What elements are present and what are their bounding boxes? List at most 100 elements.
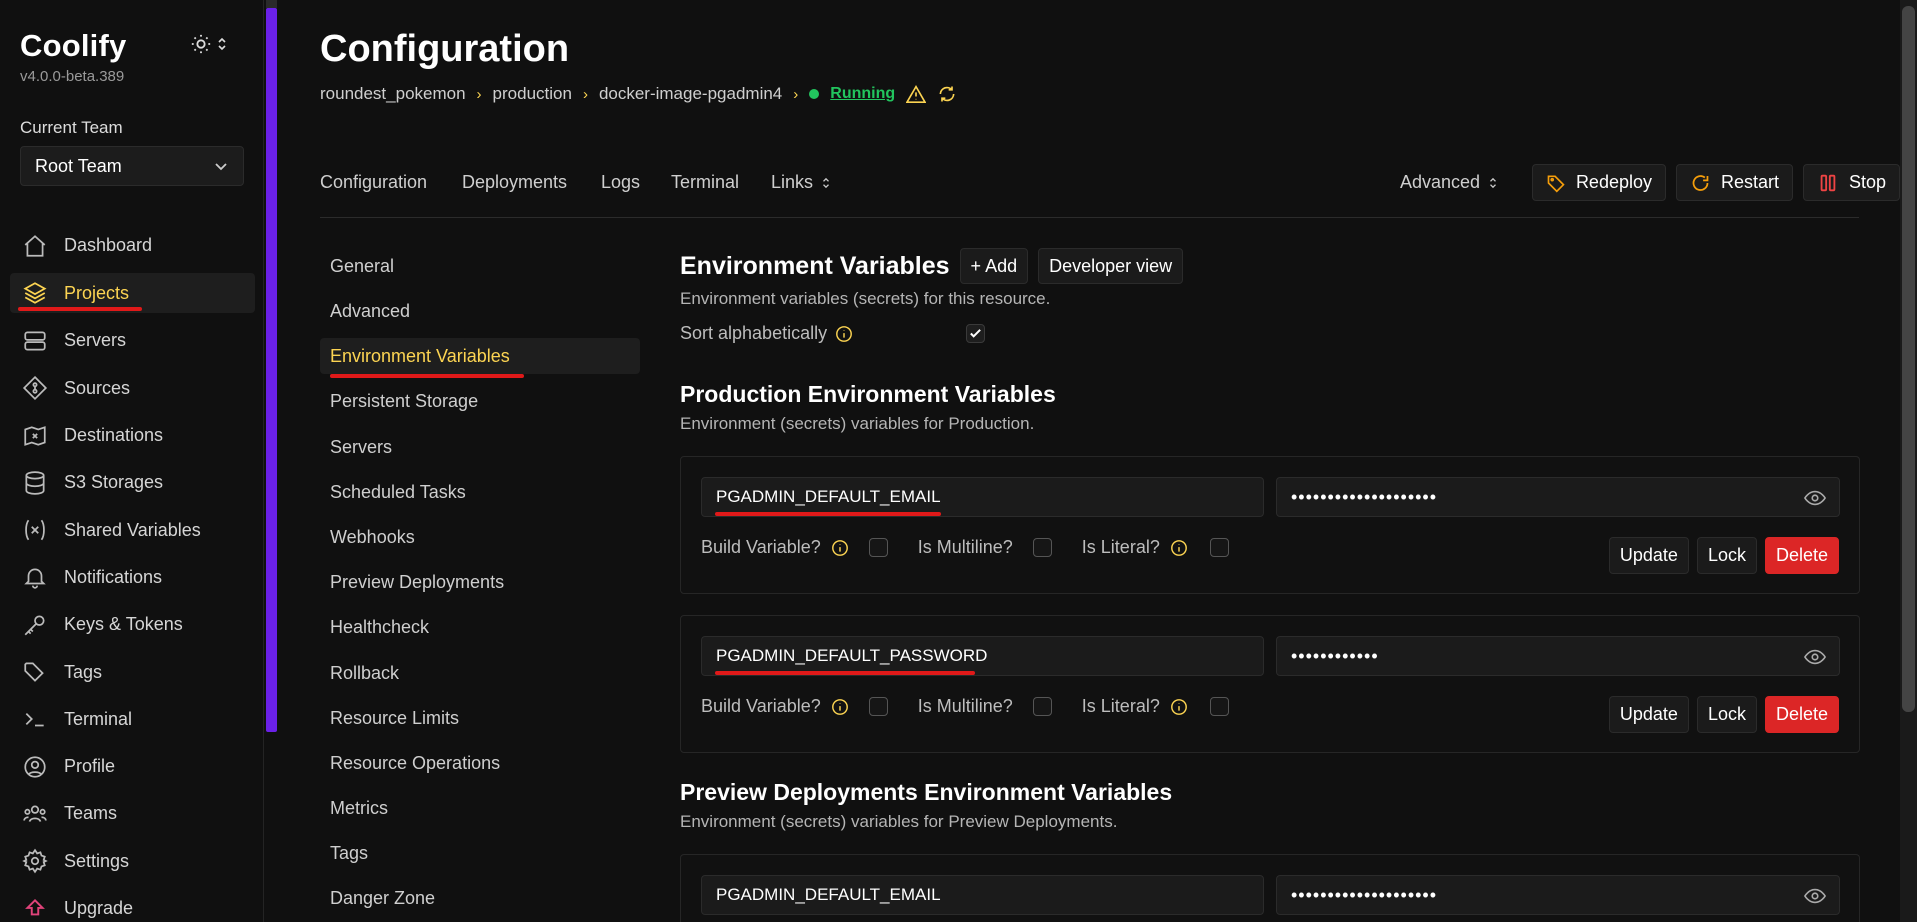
developer-view-button[interactable]: Developer view (1038, 248, 1184, 284)
chevron-right-icon: › (476, 85, 482, 103)
lock-button[interactable]: Lock (1696, 537, 1757, 574)
sidebar-item-dashboard[interactable]: Dashboard (10, 222, 255, 269)
build-variable-checkbox[interactable] (868, 697, 888, 716)
restart-label: Restart (1720, 172, 1779, 192)
annotation-underline-projects (18, 307, 142, 311)
subnav-general[interactable]: General (320, 244, 640, 289)
subnav-resource-limits[interactable]: Resource Limits (320, 696, 640, 741)
is-literal-checkbox[interactable] (1209, 697, 1229, 716)
sidebar-item-tags[interactable]: Tags (10, 648, 255, 695)
subnav-persistent-storage[interactable]: Persistent Storage (320, 379, 640, 424)
stop-button[interactable]: Stop (1803, 164, 1900, 201)
breadcrumb-environment[interactable]: production (493, 84, 572, 104)
subnav-tags[interactable]: Tags (320, 831, 640, 876)
sort-alphabetically-checkbox[interactable] (966, 324, 986, 343)
lock-button[interactable]: Lock (1696, 696, 1757, 733)
delete-button[interactable]: Delete (1764, 537, 1839, 574)
sidebar-item-servers[interactable]: Servers (10, 317, 255, 364)
breadcrumb-project[interactable]: roundest_pokemon (320, 84, 466, 104)
redeploy-button[interactable]: Redeploy (1532, 164, 1666, 201)
is-literal-checkbox[interactable] (1209, 538, 1229, 557)
eye-icon[interactable] (1803, 487, 1827, 509)
is-multiline-label: Is Multiline? (917, 537, 1013, 557)
breadcrumb-resource[interactable]: docker-image-pgadmin4 (599, 84, 782, 104)
env-value-input[interactable]: •••••••••••••••••••• (1276, 477, 1840, 517)
info-icon (831, 698, 848, 715)
sidebar-item-profile[interactable]: Profile (10, 743, 255, 790)
env-description: Environment variables (secrets) for this… (680, 289, 1051, 308)
sidebar-item-keys-tokens[interactable]: Keys & Tokens (10, 601, 255, 648)
sidebar-item-notifications[interactable]: Notifications (10, 554, 255, 601)
sidebar-item-settings[interactable]: Settings (10, 838, 255, 885)
server-icon (24, 331, 46, 351)
add-env-button[interactable]: + Add (959, 248, 1029, 284)
is-multiline-checkbox[interactable] (1032, 697, 1052, 716)
env-value-text: •••••••••••••••••••• (1291, 884, 1438, 905)
page-scrollbar-thumb[interactable] (1902, 6, 1915, 712)
subnav-scheduled-tasks[interactable]: Scheduled Tasks (320, 470, 640, 515)
bell-icon (24, 568, 46, 590)
preview-env-description: Environment (secrets) variables for Prev… (680, 812, 1118, 831)
sidebar: Coolify v4.0.0-beta.389 Current Team Roo… (0, 0, 264, 922)
build-variable-checkbox[interactable] (868, 538, 888, 557)
sidebar-item-terminal[interactable]: Terminal (10, 696, 255, 743)
sidebar-item-upgrade[interactable]: Upgrade (10, 885, 255, 922)
update-button[interactable]: Update (1608, 537, 1689, 574)
team-select[interactable]: Root Team (20, 146, 244, 186)
database-icon (25, 471, 45, 495)
subnav-webhooks[interactable]: Webhooks (320, 515, 640, 560)
tab-deployments[interactable]: Deployments (462, 172, 567, 193)
delete-button[interactable]: Delete (1764, 696, 1839, 733)
env-key-input[interactable]: PGADMIN_DEFAULT_EMAIL (701, 875, 1264, 915)
sidebar-item-teams[interactable]: Teams (10, 790, 255, 837)
map-x-icon (24, 425, 46, 446)
is-literal-label: Is Literal? (1081, 537, 1160, 557)
chevron-updown-icon (218, 37, 226, 51)
subnav-metrics[interactable]: Metrics (320, 786, 640, 831)
env-value-input[interactable]: •••••••••••••••••••• (1276, 875, 1840, 915)
subnav-preview-deployments[interactable]: Preview Deployments (320, 560, 640, 605)
build-variable-label: Build Variable? (701, 537, 821, 557)
subnav-danger-zone[interactable]: Danger Zone (320, 876, 640, 921)
env-value-text: •••••••••••••••••••• (1291, 486, 1438, 507)
subnav-healthcheck[interactable]: Healthcheck (320, 605, 640, 650)
is-multiline-checkbox[interactable] (1032, 538, 1052, 557)
tab-logs[interactable]: Logs (601, 172, 640, 193)
subnav-advanced[interactable]: Advanced (320, 289, 640, 334)
env-value-input[interactable]: •••••••••••• (1276, 636, 1840, 676)
page-scrollbar[interactable] (1900, 0, 1917, 922)
sidebar-item-label: Teams (64, 803, 118, 824)
status-badge[interactable]: Running (830, 85, 895, 103)
terminal-icon (25, 713, 44, 727)
stop-icon (1820, 174, 1836, 191)
advanced-label: Advanced (1400, 172, 1481, 192)
env-key-input[interactable]: PGADMIN_DEFAULT_EMAIL (701, 477, 1264, 517)
subnav-rollback[interactable]: Rollback (320, 651, 640, 696)
sidebar-item-destinations[interactable]: Destinations (10, 412, 255, 459)
restart-button[interactable]: Restart (1676, 164, 1793, 201)
theme-toggle[interactable] (190, 33, 228, 55)
eye-icon[interactable] (1803, 885, 1827, 907)
subnav-servers[interactable]: Servers (320, 425, 640, 470)
update-button[interactable]: Update (1608, 696, 1689, 733)
env-key-input[interactable]: PGADMIN_DEFAULT_PASSWORD (701, 636, 1264, 676)
sidebar-item-sources[interactable]: Sources (10, 365, 255, 412)
sidebar-item-shared-variables[interactable]: Shared Variables (10, 506, 255, 553)
tab-links[interactable]: Links (771, 172, 831, 193)
eye-icon[interactable] (1803, 646, 1827, 668)
advanced-dropdown[interactable]: Advanced (1400, 172, 1498, 193)
status-dot (809, 89, 820, 99)
sidebar-item-label: Upgrade (64, 898, 134, 918)
subnav-environment-variables[interactable]: Environment Variables (320, 338, 640, 375)
annotation-underline-env-vars (330, 374, 524, 378)
sidebar-item-s3-storages[interactable]: S3 Storages (10, 459, 255, 506)
refresh-icon[interactable] (937, 84, 957, 104)
production-env-title: Production Environment Variables (680, 381, 1056, 407)
tab-configuration[interactable]: Configuration (320, 172, 427, 193)
subnav-resource-operations[interactable]: Resource Operations (320, 741, 640, 786)
sidebar-scrollbar[interactable] (266, 8, 277, 732)
app-logo[interactable]: Coolify (20, 28, 126, 64)
sidebar-scroll-track (266, 0, 277, 8)
sidebar-item-label: Tags (64, 661, 103, 682)
tab-terminal[interactable]: Terminal (671, 172, 739, 193)
